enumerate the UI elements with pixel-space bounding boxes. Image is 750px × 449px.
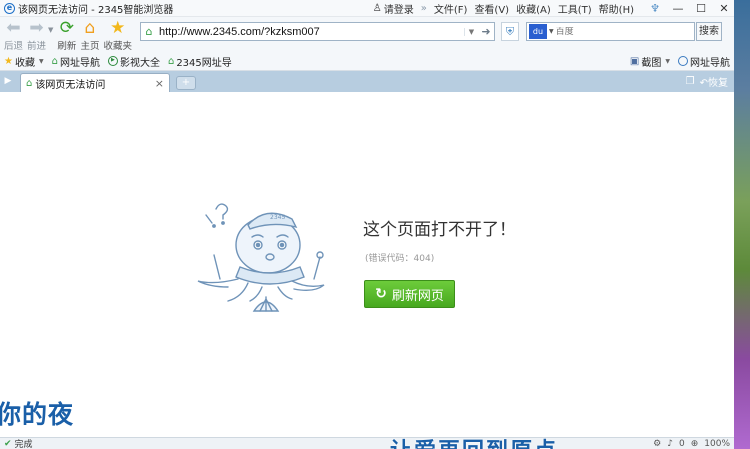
tab-close-icon[interactable]: × <box>155 77 164 90</box>
zoom-icon[interactable]: ⊕ <box>691 439 699 449</box>
octopus-mascot-illustration: 2345 <box>197 203 325 312</box>
search-button[interactable]: 搜索 <box>695 22 722 41</box>
refresh-icon: ↻ <box>375 286 387 302</box>
url-input[interactable] <box>156 25 464 38</box>
menu-view[interactable]: 查看(V) <box>474 1 509 16</box>
tab-bar: ▶ ⌂ 该网页无法访问 × + ❐ ↶恢复 <box>0 71 734 92</box>
tab-bar-tools: ❐ ↶恢复 <box>686 74 728 89</box>
error-heading: 这个页面打不开了！ <box>363 220 516 240</box>
security-shield-icon[interactable]: ⛨ <box>500 22 519 41</box>
history-dropdown-icon[interactable]: ▼ <box>48 26 53 34</box>
site-favicon-icon: ⌂ <box>145 25 153 38</box>
title-bar: e 该网页无法访问 - 2345智能浏览器 ♙ 请登录 » 文件(F) 查看(V)… <box>0 0 734 17</box>
back-button[interactable]: ⬅ 后退 <box>4 19 23 52</box>
bookmarks-bar: ★ 收藏 ▼ ⌂ 网址导航 ▶ 影视大全 ⌂ 2345网址导 ▣ 截图 ▼ 网址… <box>0 52 734 71</box>
screenshot-icon: ▣ <box>629 55 640 67</box>
nav-button[interactable]: 网址导航 <box>678 54 730 69</box>
house-icon: ⌂ <box>51 55 58 67</box>
window-list-icon[interactable]: ❐ <box>686 76 695 87</box>
screenshot-button[interactable]: ▣ 截图 ▼ <box>630 54 670 69</box>
baidu-engine-icon[interactable]: du <box>528 24 547 39</box>
window-title: 该网页无法访问 - 2345智能浏览器 <box>18 4 174 16</box>
skin-icon[interactable]: ♆ <box>649 2 661 15</box>
menu-favorites[interactable]: 收藏(A) <box>516 1 551 16</box>
search-box: du ▼ <box>525 22 695 41</box>
engine-dropdown-icon[interactable]: ▼ <box>549 28 554 35</box>
back-arrow-icon: ⬅ <box>6 18 21 38</box>
desktop-background <box>734 0 750 449</box>
refresh-icon: ⟳ <box>59 18 75 38</box>
svg-text:2345: 2345 <box>270 214 285 221</box>
bookmark-nav[interactable]: ⌂ 网址导航 <box>52 54 100 69</box>
star-icon: ★ <box>110 18 126 38</box>
subtitle-caption-left: 你的夜 <box>0 400 75 429</box>
address-bar: ⌂ ▼ ➜ <box>139 22 495 41</box>
error-code: (错误代码：404) <box>365 254 435 264</box>
maximize-button[interactable]: ☐ <box>695 2 707 15</box>
subtitle-caption-bottom: 让爱再回到原点 <box>390 433 558 449</box>
browser-window: e 该网页无法访问 - 2345智能浏览器 ♙ 请登录 » 文件(F) 查看(V)… <box>0 0 734 449</box>
chevron-down-icon: ▼ <box>665 57 670 65</box>
house-icon: ⌂ <box>26 77 33 89</box>
url-dropdown-icon[interactable]: ▼ <box>463 27 478 36</box>
refresh-button[interactable]: ⟳ 刷新 <box>57 19 76 52</box>
forward-button[interactable]: ➡ 前进 <box>27 19 46 52</box>
bookmark-2345[interactable]: ⌂ 2345网址导 <box>168 54 232 69</box>
menu-help[interactable]: 帮助(H) <box>599 1 634 16</box>
favorites-button[interactable]: ★ 收藏夹 <box>103 19 132 52</box>
user-icon: ♙ <box>372 2 382 14</box>
menu-file[interactable]: 文件(F) <box>434 1 468 16</box>
menu-tools[interactable]: 工具(T) <box>558 1 592 16</box>
tab-error-page[interactable]: ⌂ 该网页无法访问 × <box>20 73 170 92</box>
zoom-level[interactable]: 100% <box>704 439 730 449</box>
bookmark-favorites[interactable]: ★ 收藏 ▼ <box>4 54 44 69</box>
gear-icon[interactable]: ⚙ <box>653 439 661 449</box>
home-icon: ⌂ <box>84 18 96 38</box>
chevron-down-icon: ▼ <box>38 57 44 65</box>
volume-icon[interactable]: ♪ <box>667 439 673 449</box>
check-icon: ✔ <box>4 438 12 449</box>
close-button[interactable]: ✕ <box>718 2 730 15</box>
browser-logo-icon: e <box>4 2 15 14</box>
globe-icon <box>678 56 688 66</box>
status-bar: ✔ 完成 ⚙ ♪ 0 ⊕ 100% <box>0 437 734 449</box>
house-icon: ⌂ <box>167 55 175 67</box>
login-button[interactable]: ♙ 请登录 <box>373 1 414 16</box>
star-icon: ★ <box>4 55 13 67</box>
bookmark-video[interactable]: ▶ 影视大全 <box>107 54 160 69</box>
restore-button[interactable]: ↶恢复 <box>700 74 728 89</box>
home-button[interactable]: ⌂ 主页 <box>80 19 99 52</box>
refresh-page-button[interactable]: ↻ 刷新网页 <box>364 280 455 308</box>
status-text: 完成 <box>14 440 33 449</box>
new-tab-button[interactable]: + <box>176 76 196 90</box>
page-content: 2345 这个页面打不开了！ (错误代码：404) ↻ 刷新网页 <box>0 95 734 437</box>
go-arrow-icon[interactable]: ➜ <box>478 25 494 38</box>
main-toolbar: ⬅ 后退 ➡ 前进 ▼ ⟳ 刷新 ⌂ 主页 ★ 收藏夹 ⌂ ▼ ➜ ⛨ du <box>0 17 734 52</box>
minimize-button[interactable]: — <box>672 2 684 15</box>
play-icon: ▶ <box>107 56 118 66</box>
double-chevron-icon: » <box>420 2 427 14</box>
search-input[interactable] <box>555 26 694 37</box>
sidebar-toggle-icon[interactable]: ▶ <box>0 71 16 92</box>
counter-badge: 0 <box>678 438 685 449</box>
forward-arrow-icon: ➡ <box>29 18 44 38</box>
